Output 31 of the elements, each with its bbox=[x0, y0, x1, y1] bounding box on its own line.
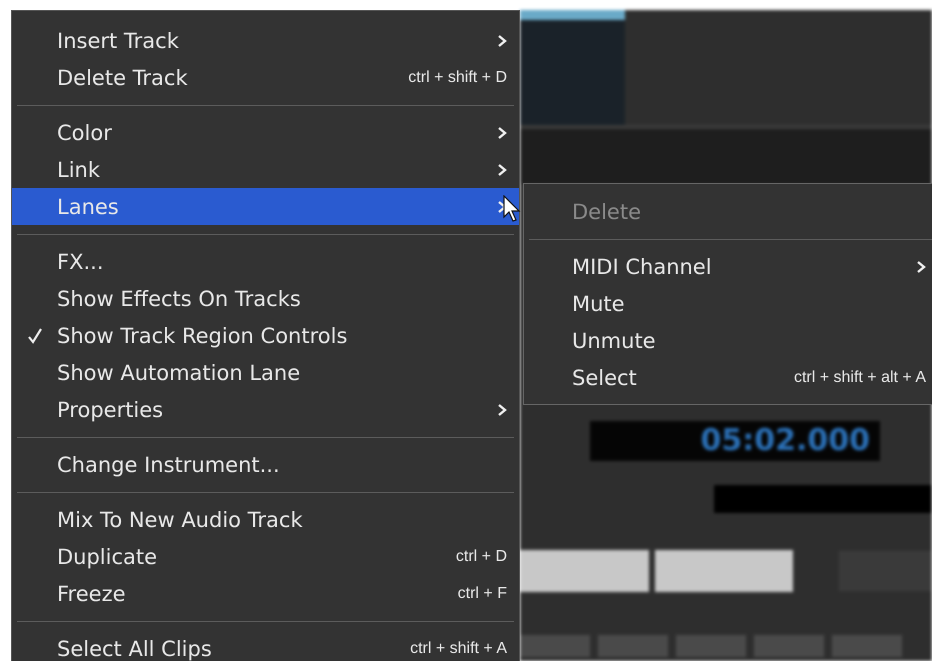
menu-item[interactable]: Delete Track ctrl + shift + D bbox=[12, 59, 519, 96]
menu-item[interactable]: Change Instrument... bbox=[12, 446, 519, 483]
menu-item[interactable]: Lanes bbox=[12, 188, 519, 225]
menu-item[interactable]: Select ctrl + shift + alt + A bbox=[524, 359, 932, 396]
shortcut-text: ctrl + shift + D bbox=[408, 68, 507, 86]
menu-item[interactable]: Link bbox=[12, 151, 519, 188]
menu-item[interactable]: Properties bbox=[12, 391, 519, 428]
menu-item[interactable]: Show Automation Lane bbox=[12, 354, 519, 391]
menu-item[interactable]: Color bbox=[12, 114, 519, 151]
menu-item[interactable]: FX... bbox=[12, 243, 519, 280]
menu-item[interactable]: Freeze ctrl + F bbox=[12, 575, 519, 612]
chevron-icon bbox=[497, 34, 507, 48]
chevron-icon bbox=[497, 126, 507, 140]
shortcut-text: ctrl + shift + A bbox=[410, 640, 507, 658]
menu-item[interactable]: Mix To New Audio Track bbox=[12, 501, 519, 538]
menu-item[interactable]: Duplicate ctrl + D bbox=[12, 538, 519, 575]
menu-item[interactable]: Show Effects On Tracks bbox=[12, 280, 519, 317]
shortcut-text: ctrl + D bbox=[456, 548, 507, 566]
menu-item[interactable]: Mute bbox=[524, 285, 932, 322]
menu-item[interactable]: Select All Clips ctrl + shift + A bbox=[12, 630, 519, 661]
chevron-icon bbox=[916, 260, 926, 274]
chevron-icon bbox=[497, 402, 507, 416]
menu-item[interactable]: Show Track Region Controls bbox=[12, 317, 519, 354]
menu-item[interactable]: Unmute bbox=[524, 322, 932, 359]
shortcut-text: ctrl + shift + alt + A bbox=[794, 368, 926, 386]
cursor-icon bbox=[503, 195, 521, 223]
chevron-icon bbox=[497, 162, 507, 176]
menu-item[interactable]: Insert Track bbox=[12, 22, 519, 59]
shortcut-text: ctrl + F bbox=[458, 584, 507, 602]
time-display: 05:02.000 bbox=[590, 421, 880, 461]
menu-item[interactable]: MIDI Channel bbox=[524, 248, 932, 285]
